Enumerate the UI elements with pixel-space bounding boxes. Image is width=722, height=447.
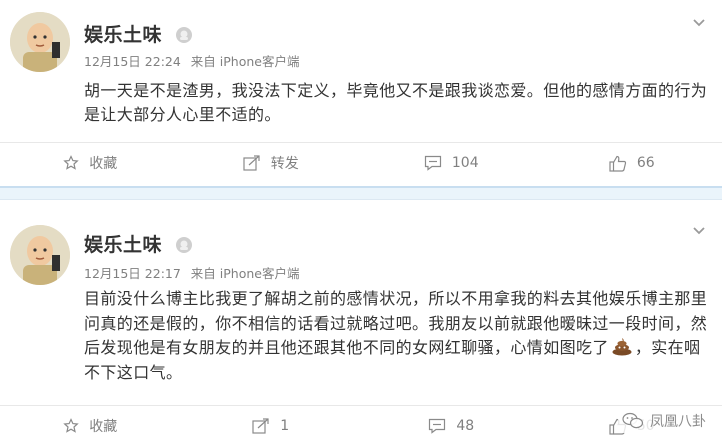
post-date[interactable]: 12月15日 22:24 — [84, 54, 181, 69]
post-meta: 12月15日 22:24 来自 iPhone客户端 — [84, 51, 305, 70]
repost-button[interactable]: 1 — [181, 406, 362, 446]
comment-button[interactable]: 104 — [361, 143, 542, 183]
post-source: 来自 iPhone客户端 — [190, 266, 300, 281]
comment-button[interactable]: 48 — [361, 406, 542, 446]
repost-label: 转发 — [270, 156, 299, 172]
action-bar: 收藏 转发 104 66 — [0, 143, 722, 183]
share-icon — [252, 418, 269, 434]
chevron-down-icon[interactable] — [690, 222, 708, 240]
post-text: 目前没什么博主比我更了解胡之前的感情状况，所以不用拿我的料去其他娱乐博主那里问真… — [84, 287, 708, 385]
username[interactable]: 娱乐土味 — [84, 20, 193, 47]
post-separator — [0, 186, 722, 200]
like-button[interactable]: 66 — [542, 143, 722, 183]
star-icon — [63, 155, 79, 170]
repost-count: 1 — [280, 418, 290, 434]
username-text[interactable]: 娱乐土味 — [84, 234, 162, 256]
action-bar: 收藏 1 48 50 — [0, 406, 722, 446]
post-date[interactable]: 12月15日 22:17 — [84, 266, 181, 281]
username[interactable]: 娱乐土味 — [84, 230, 193, 257]
username-text[interactable]: 娱乐土味 — [84, 24, 162, 46]
favorite-label: 收藏 — [89, 156, 118, 172]
wechat-logo-icon — [622, 412, 644, 429]
comment-icon — [429, 418, 446, 434]
weibo-post-2: 娱乐土味 12月15日 22:17 来自 iPhone客户端 目前没什么博主比我… — [0, 200, 722, 447]
comment-count: 104 — [451, 155, 479, 171]
thumbs-up-icon — [609, 155, 626, 172]
comment-count: 48 — [456, 418, 475, 434]
favorite-label: 收藏 — [89, 419, 118, 435]
share-icon — [243, 155, 260, 171]
watermark-text: 凤凰八卦 — [650, 414, 706, 430]
repost-button[interactable]: 转发 — [181, 143, 362, 183]
membership-badge-icon — [176, 27, 193, 43]
chevron-down-icon[interactable] — [690, 14, 708, 32]
user-avatar[interactable] — [10, 225, 70, 285]
watermark-box: 凤凰八卦 — [618, 409, 710, 433]
user-avatar[interactable] — [10, 12, 70, 72]
like-count: 66 — [636, 155, 655, 171]
poop-emoji-icon — [612, 338, 632, 356]
membership-badge-icon — [176, 237, 193, 253]
post-meta: 12月15日 22:17 来自 iPhone客户端 — [84, 263, 305, 282]
star-icon — [63, 418, 79, 433]
post-text: 胡一天是不是渣男，我没法下定义，毕竟他又不是跟我谈恋爱。但他的感情方面的行为是让… — [84, 81, 708, 124]
favorite-button[interactable]: 收藏 — [0, 143, 181, 183]
comment-icon — [424, 155, 441, 171]
watermark: 凤凰八卦 — [618, 409, 710, 433]
post-source: 来自 iPhone客户端 — [190, 54, 300, 69]
weibo-post-1: 娱乐土味 12月15日 22:24 来自 iPhone客户端 胡一天是不是渣男，… — [0, 0, 722, 186]
favorite-button[interactable]: 收藏 — [0, 406, 181, 446]
